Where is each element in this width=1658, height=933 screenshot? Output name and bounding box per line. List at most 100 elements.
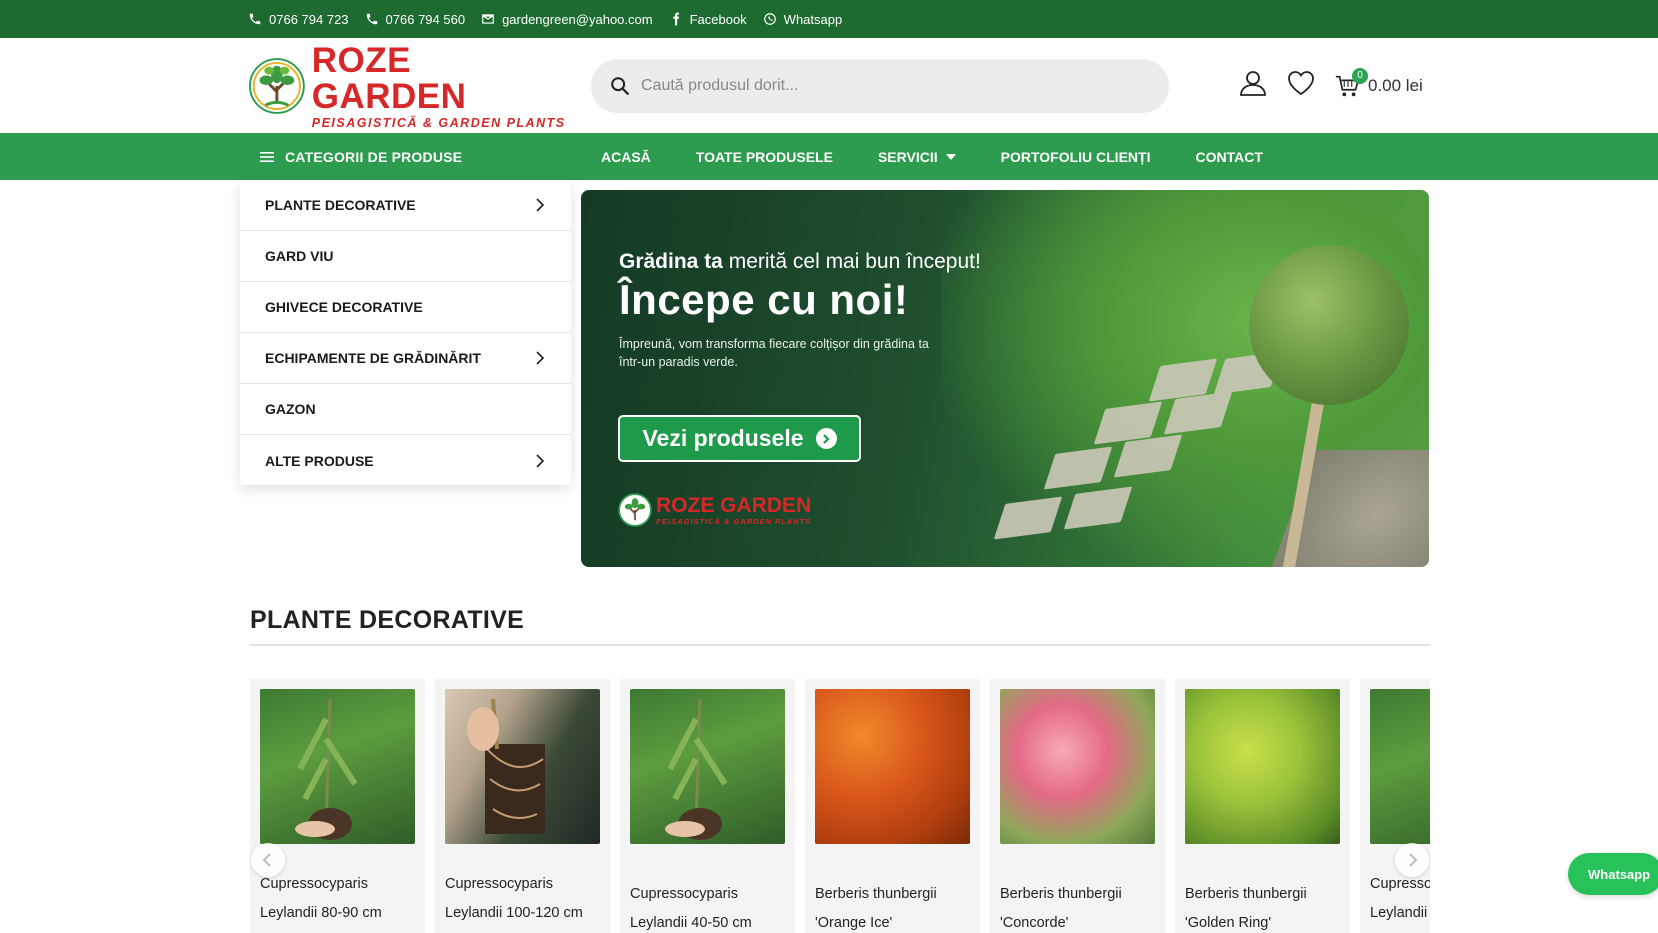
carousel-prev-button[interactable]	[251, 843, 285, 877]
section-divider	[250, 644, 1430, 646]
hero-tagline: Grădina ta merită cel mai bun început!	[619, 250, 981, 274]
product-name-line1: Cupressocyparis	[445, 876, 553, 892]
product-card[interactable]: Cupressocyparis Leylandii 40-50 cm	[620, 679, 795, 933]
phone-icon	[366, 13, 377, 25]
product-card[interactable]: Cupressocyparis Leylandii	[1360, 679, 1430, 933]
account-button[interactable]	[1238, 68, 1268, 103]
product-name-line2: Leylandii 40-50 cm	[630, 915, 752, 931]
logo-tagline: PEISAGISTICĂ & GARDEN PLANTS	[311, 115, 566, 130]
hero-banner: Grădina ta merită cel mai bun început! Î…	[581, 190, 1429, 567]
product-image	[815, 689, 970, 844]
whatsapp-icon	[763, 13, 776, 25]
product-name: Cupressocyparis Leylandii	[1370, 870, 1430, 928]
tree-logo-icon	[618, 493, 652, 527]
product-name-line2: 'Golden Ring'	[1185, 915, 1272, 931]
product-name: Cupressocyparis Leylandii 40-50 cm	[630, 880, 790, 933]
category-label: GAZON	[265, 401, 316, 417]
category-label: GARD VIU	[265, 248, 334, 264]
product-name-line1: Berberis thunbergii	[815, 886, 937, 902]
phone-icon	[249, 13, 261, 25]
product-card[interactable]: Berberis thunbergii 'Orange Ice'	[805, 679, 980, 933]
chevron-right-icon	[536, 351, 545, 365]
search-input[interactable]	[641, 77, 1141, 95]
cart-button[interactable]: 0 0.00 lei	[1334, 67, 1423, 100]
phone-link-2[interactable]: 0766 794 560	[365, 11, 466, 27]
nav-link-services-label: SERVICII	[877, 148, 938, 165]
product-name-line1: Cupressocyparis	[630, 886, 738, 902]
section-title: PLANTE DECORATIVE	[250, 606, 525, 634]
category-item-plante-decorative[interactable]: PLANTE DECORATIVE	[240, 180, 571, 231]
product-name: Berberis thunbergii 'Concorde'	[1000, 880, 1160, 933]
product-carousel: Cupressocyparis Leylandii 80-90 cm Cupre…	[250, 679, 1430, 933]
product-card[interactable]: Cupressocyparis Leylandii 100-120 cm	[435, 679, 610, 933]
category-label: ECHIPAMENTE DE GRĂDINĂRIT	[265, 350, 481, 366]
heart-icon	[1288, 71, 1314, 96]
topiary-tree	[1249, 245, 1409, 405]
email-address: gardengreen@yahoo.com	[502, 11, 653, 27]
view-products-label: Vezi produsele	[642, 425, 804, 451]
product-name-line1: Cupressocyparis	[260, 876, 368, 892]
phone-link-1[interactable]: 0766 794 723	[248, 12, 349, 27]
hero-logo: ROZE GARDEN PEISAGISTICĂ & GARDEN PLANTS	[618, 493, 811, 527]
product-name-line2: Leylandii 80-90 cm	[260, 905, 382, 921]
nav-link-services[interactable]: SERVICII	[878, 149, 956, 165]
phone-number-1: 0766 794 723	[269, 11, 349, 27]
category-label: PLANTE DECORATIVE	[265, 197, 416, 213]
category-label: GHIVECE DECORATIVE	[265, 299, 423, 315]
wishlist-button[interactable]	[1286, 68, 1316, 103]
product-name-line1: Berberis thunbergii	[1000, 886, 1122, 902]
product-name: Cupressocyparis Leylandii 100-120 cm	[445, 870, 605, 928]
product-name-line2: 'Concorde'	[1000, 915, 1069, 931]
floating-whatsapp-button[interactable]: Whatsapp	[1568, 853, 1658, 895]
chevron-down-icon	[945, 153, 956, 160]
site-logo[interactable]: ROZE GARDEN PEISAGISTICĂ & GARDEN PLANTS	[248, 42, 566, 130]
product-card[interactable]: Cupressocyparis Leylandii 80-90 cm	[250, 679, 425, 933]
categories-label: CATEGORII DE PRODUSE	[285, 148, 463, 165]
product-card[interactable]: Berberis thunbergii 'Concorde'	[990, 679, 1165, 933]
nav-link-home[interactable]: ACASĂ	[601, 149, 651, 165]
hero-headline: Începe cu noi!	[619, 276, 909, 323]
category-item-gazon[interactable]: GAZON	[240, 384, 571, 435]
nav-link-contact[interactable]: CONTACT	[1195, 149, 1262, 165]
header-actions: 0 0.00 lei	[1238, 67, 1423, 103]
product-image	[445, 689, 600, 844]
product-name: Berberis thunbergii 'Golden Ring'	[1185, 880, 1345, 933]
email-link[interactable]: gardengreen@yahoo.com	[481, 12, 653, 27]
carousel-next-button[interactable]	[1395, 843, 1429, 877]
category-label: ALTE PRODUSE	[265, 452, 374, 469]
nav-link-all-products[interactable]: TOATE PRODUSELE	[696, 149, 833, 165]
chevron-left-icon	[262, 853, 271, 867]
category-item-echipamente[interactable]: ECHIPAMENTE DE GRĂDINĂRIT	[240, 333, 571, 384]
whatsapp-link[interactable]: Whatsapp	[763, 12, 842, 27]
view-products-button[interactable]: Vezi produsele	[618, 415, 861, 462]
product-name-line1: Berberis thunbergii	[1185, 886, 1307, 902]
cart-total: 0.00 lei	[1368, 75, 1423, 95]
product-name-line2: Leylandii	[1370, 905, 1428, 921]
product-name: Berberis thunbergii 'Orange Ice'	[815, 880, 975, 933]
category-item-ghivece[interactable]: GHIVECE DECORATIVE	[240, 282, 571, 333]
product-name-line2: Leylandii 100-120 cm	[445, 905, 583, 921]
category-item-gard-viu[interactable]: GARD VIU	[240, 231, 571, 282]
phone-number-2: 0766 794 560	[385, 11, 466, 27]
facebook-link[interactable]: Facebook	[669, 12, 747, 27]
categories-toggle[interactable]: CATEGORII DE PRODUSE	[259, 133, 462, 180]
nav-link-portfolio[interactable]: PORTOFOLIU CLIENȚI	[1001, 149, 1151, 165]
product-image	[1185, 689, 1340, 844]
hero-logo-tagline: PEISAGISTICĂ & GARDEN PLANTS	[656, 516, 812, 526]
product-card[interactable]: Berberis thunbergii 'Golden Ring'	[1175, 679, 1350, 933]
category-menu: PLANTE DECORATIVE GARD VIU GHIVECE DECOR…	[240, 180, 571, 485]
chevron-right-icon	[536, 198, 545, 212]
search-icon[interactable]	[609, 75, 631, 97]
product-name-line2: 'Orange Ice'	[815, 915, 893, 931]
hero-tagline-rest: merită cel mai bun început!	[722, 250, 981, 273]
facebook-label: Facebook	[689, 11, 747, 27]
category-item-alte-produse[interactable]: ALTE PRODUSE	[240, 435, 571, 486]
product-image	[1370, 689, 1430, 844]
cart-count-badge: 0	[1352, 67, 1368, 84]
tree-logo-icon	[248, 58, 305, 114]
main-navigation: CATEGORII DE PRODUSE ACASĂ TOATE PRODUSE…	[0, 133, 1658, 180]
hero-logo-name: ROZE GARDEN	[656, 493, 812, 517]
product-image	[1000, 689, 1155, 844]
facebook-icon	[672, 12, 679, 26]
hero-body: Împreună, vom transforma fiecare colțișo…	[619, 337, 929, 369]
